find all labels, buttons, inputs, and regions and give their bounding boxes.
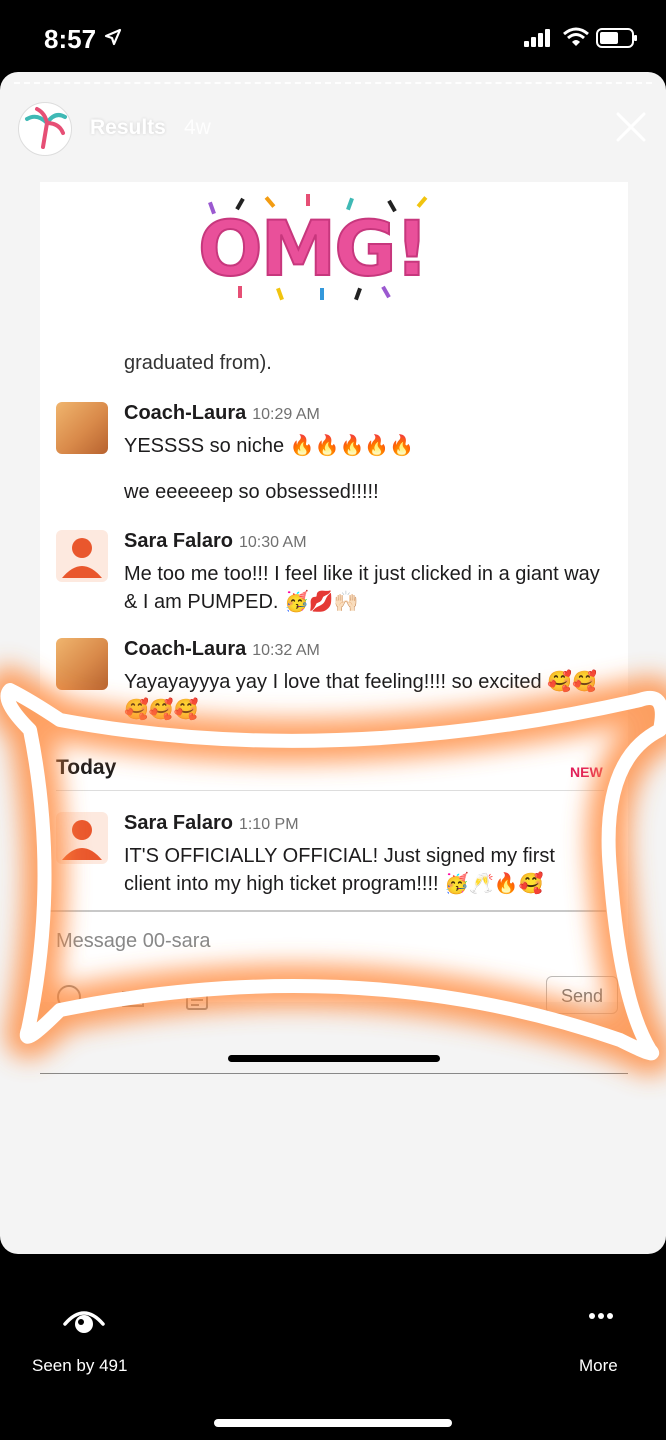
home-indicator[interactable]	[214, 1419, 452, 1427]
message-author[interactable]: Sara Falaro 10:30 AM	[124, 530, 307, 553]
coach-laura-avatar[interactable]	[56, 402, 108, 454]
message-input-placeholder[interactable]: Message 00-sara	[56, 930, 211, 953]
day-divider	[56, 790, 604, 791]
battery-icon	[596, 28, 637, 48]
cut-off-text: graduated from).	[124, 352, 272, 374]
message-author[interactable]: Coach-Laura 10:29 AM	[124, 402, 320, 425]
message-body: Yayayayyya yay I love that feeling!!!! s…	[124, 671, 597, 721]
more-dots-icon[interactable]	[588, 1312, 614, 1320]
send-button[interactable]: Send	[546, 976, 618, 1014]
omg-banner-text: OMG!	[197, 203, 430, 294]
omg-sticker: OMG!	[197, 190, 448, 320]
emoji-icon[interactable]	[56, 984, 82, 1010]
user-silhouette-icon	[62, 820, 102, 860]
screenshot-bottom-line	[40, 1073, 628, 1074]
wifi-icon	[563, 27, 589, 46]
attachment-icon[interactable]	[120, 984, 146, 1010]
story-age: 4w	[184, 116, 211, 139]
seen-by-count[interactable]: Seen by 491	[32, 1356, 127, 1376]
message-item: Sara Falaro 1:10 PM IT'S OFFICIALLY OFFIC…	[56, 812, 616, 902]
story-account-avatar[interactable]	[18, 102, 72, 156]
close-icon[interactable]	[614, 110, 648, 144]
message-body: IT'S OFFICIALLY OFFICIAL! Just signed my…	[124, 845, 555, 895]
sara-falaro-avatar[interactable]	[56, 812, 108, 864]
new-messages-label: NEW	[570, 764, 603, 780]
cellular-signal-icon	[524, 29, 550, 47]
message-author[interactable]: Sara Falaro 1:10 PM	[124, 812, 299, 835]
shortcuts-icon[interactable]	[184, 986, 210, 1012]
coach-laura-avatar[interactable]	[56, 638, 108, 690]
status-time: 8:57	[44, 24, 97, 54]
message-time: 10:29 AM	[252, 406, 320, 423]
message-body: YESSSS so niche 🔥🔥🔥🔥🔥 we eeeeeep so obse…	[124, 435, 415, 503]
status-bar: 8:57	[0, 0, 666, 72]
story-progress-bar	[14, 82, 652, 87]
message-body: Me too me too!!! I feel like it just cli…	[124, 563, 600, 613]
message-time: 10:30 AM	[238, 534, 307, 551]
more-button[interactable]: More	[579, 1356, 618, 1376]
location-arrow-icon	[104, 28, 122, 46]
story-title[interactable]: Results	[90, 116, 166, 140]
day-divider-label: Today	[56, 756, 117, 779]
message-author[interactable]: Coach-Laura 10:32 AM	[124, 638, 320, 661]
sara-falaro-avatar[interactable]	[56, 530, 108, 582]
user-silhouette-icon	[62, 538, 102, 578]
eye-icon[interactable]	[62, 1306, 106, 1336]
message-time: 1:10 PM	[238, 816, 299, 833]
message-item: Coach-Laura 10:29 AM YESSSS so niche 🔥🔥🔥🔥…	[56, 402, 616, 512]
message-time: 10:32 AM	[252, 642, 320, 659]
screenshot-home-indicator	[228, 1055, 440, 1062]
message-item: Sara Falaro 10:30 AM Me too me too!!! I f…	[56, 530, 616, 620]
message-item: Coach-Laura 10:32 AM Yayayayyya yay I lov…	[56, 638, 616, 728]
palm-tree-icon	[25, 107, 67, 149]
